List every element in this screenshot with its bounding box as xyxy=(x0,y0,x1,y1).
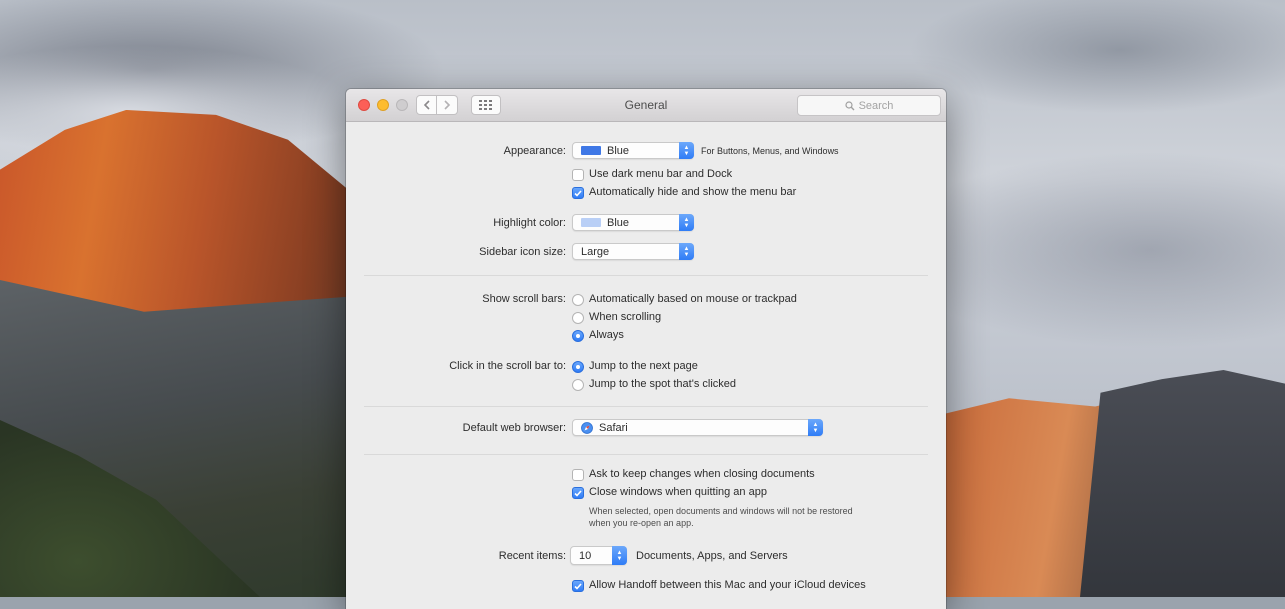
search-placeholder: Search xyxy=(858,99,894,112)
highlight-swatch xyxy=(581,218,601,227)
handoff-checkbox[interactable] xyxy=(572,580,584,592)
appearance-label: Appearance: xyxy=(503,145,566,157)
scroll-auto-label[interactable]: Automatically based on mouse or trackpad xyxy=(589,293,797,305)
title-bar[interactable]: General Search xyxy=(346,89,946,122)
scroll-click-label: Click in the scroll bar to: xyxy=(449,360,566,372)
default-browser-label: Default web browser: xyxy=(462,422,566,434)
appearance-popup[interactable]: Blue ▲ ▼ xyxy=(572,142,694,159)
popup-arrows-icon: ▲ ▼ xyxy=(679,142,694,159)
distant-cliff-shadow xyxy=(1080,370,1285,597)
auto-hide-menu-checkbox[interactable] xyxy=(572,187,584,199)
divider xyxy=(364,406,928,407)
scroll-auto-radio[interactable] xyxy=(572,294,584,306)
divider xyxy=(364,275,928,276)
highlight-color-value: Blue xyxy=(607,216,630,229)
popup-arrows-icon: ▲ ▼ xyxy=(679,243,694,260)
jump-to-spot-radio[interactable] xyxy=(572,379,584,391)
popup-arrows-icon: ▲ ▼ xyxy=(679,214,694,231)
safari-compass-icon xyxy=(581,421,593,434)
sidebar-size-label: Sidebar icon size: xyxy=(479,246,566,258)
popup-arrows-icon: ▲ ▼ xyxy=(612,546,627,565)
appearance-value: Blue xyxy=(607,144,630,157)
jump-next-page-label[interactable]: Jump to the next page xyxy=(589,360,698,372)
ask-keep-changes-label[interactable]: Ask to keep changes when closing documen… xyxy=(589,468,815,480)
default-browser-value: Safari xyxy=(599,421,628,434)
handoff-label[interactable]: Allow Handoff between this Mac and your … xyxy=(589,579,866,591)
auto-hide-menu-label[interactable]: Automatically hide and show the menu bar xyxy=(589,186,796,198)
highlight-color-popup[interactable]: Blue ▲ ▼ xyxy=(572,214,694,231)
recent-items-value: 10 xyxy=(579,549,592,562)
highlight-color-label: Highlight color: xyxy=(493,217,566,229)
close-windows-note-line2: when you re-open an app. xyxy=(589,518,694,528)
popup-arrows-icon: ▲ ▼ xyxy=(808,419,823,436)
jump-next-page-radio[interactable] xyxy=(572,361,584,373)
default-browser-popup[interactable]: Safari ▲ ▼ xyxy=(572,419,823,436)
ask-keep-changes-checkbox[interactable] xyxy=(572,469,584,481)
search-icon xyxy=(844,100,855,110)
scroll-bars-label: Show scroll bars: xyxy=(482,293,566,305)
scroll-always-radio[interactable] xyxy=(572,330,584,342)
close-windows-label[interactable]: Close windows when quitting an app xyxy=(589,486,767,498)
jump-to-spot-label[interactable]: Jump to the spot that's clicked xyxy=(589,378,736,390)
scroll-when-scrolling-radio[interactable] xyxy=(572,312,584,324)
sidebar-size-value: Large xyxy=(581,245,610,258)
checkmark-icon xyxy=(574,189,582,197)
dark-menu-label[interactable]: Use dark menu bar and Dock xyxy=(589,168,732,180)
recent-items-suffix: Documents, Apps, and Servers xyxy=(636,550,788,562)
scroll-always-label[interactable]: Always xyxy=(589,329,624,341)
appearance-suffix: For Buttons, Menus, and Windows xyxy=(701,146,839,156)
close-windows-checkbox[interactable] xyxy=(572,487,584,499)
close-windows-note: When selected, open documents and window… xyxy=(589,505,909,529)
scroll-when-scrolling-label[interactable]: When scrolling xyxy=(589,311,661,323)
general-preferences-window: General Search Appearance: Blue ▲ ▼ For B… xyxy=(346,89,946,609)
sidebar-size-popup[interactable]: Large ▲ ▼ xyxy=(572,243,694,260)
recent-items-popup[interactable]: 10 ▲ ▼ xyxy=(570,546,627,565)
appearance-swatch xyxy=(581,146,601,155)
checkmark-icon xyxy=(574,489,582,497)
close-windows-note-line1: When selected, open documents and window… xyxy=(589,506,853,516)
search-field[interactable]: Search xyxy=(797,95,941,116)
dark-menu-checkbox[interactable] xyxy=(572,169,584,181)
divider xyxy=(364,454,928,455)
recent-items-label: Recent items: xyxy=(498,550,566,562)
checkmark-icon xyxy=(574,582,582,590)
